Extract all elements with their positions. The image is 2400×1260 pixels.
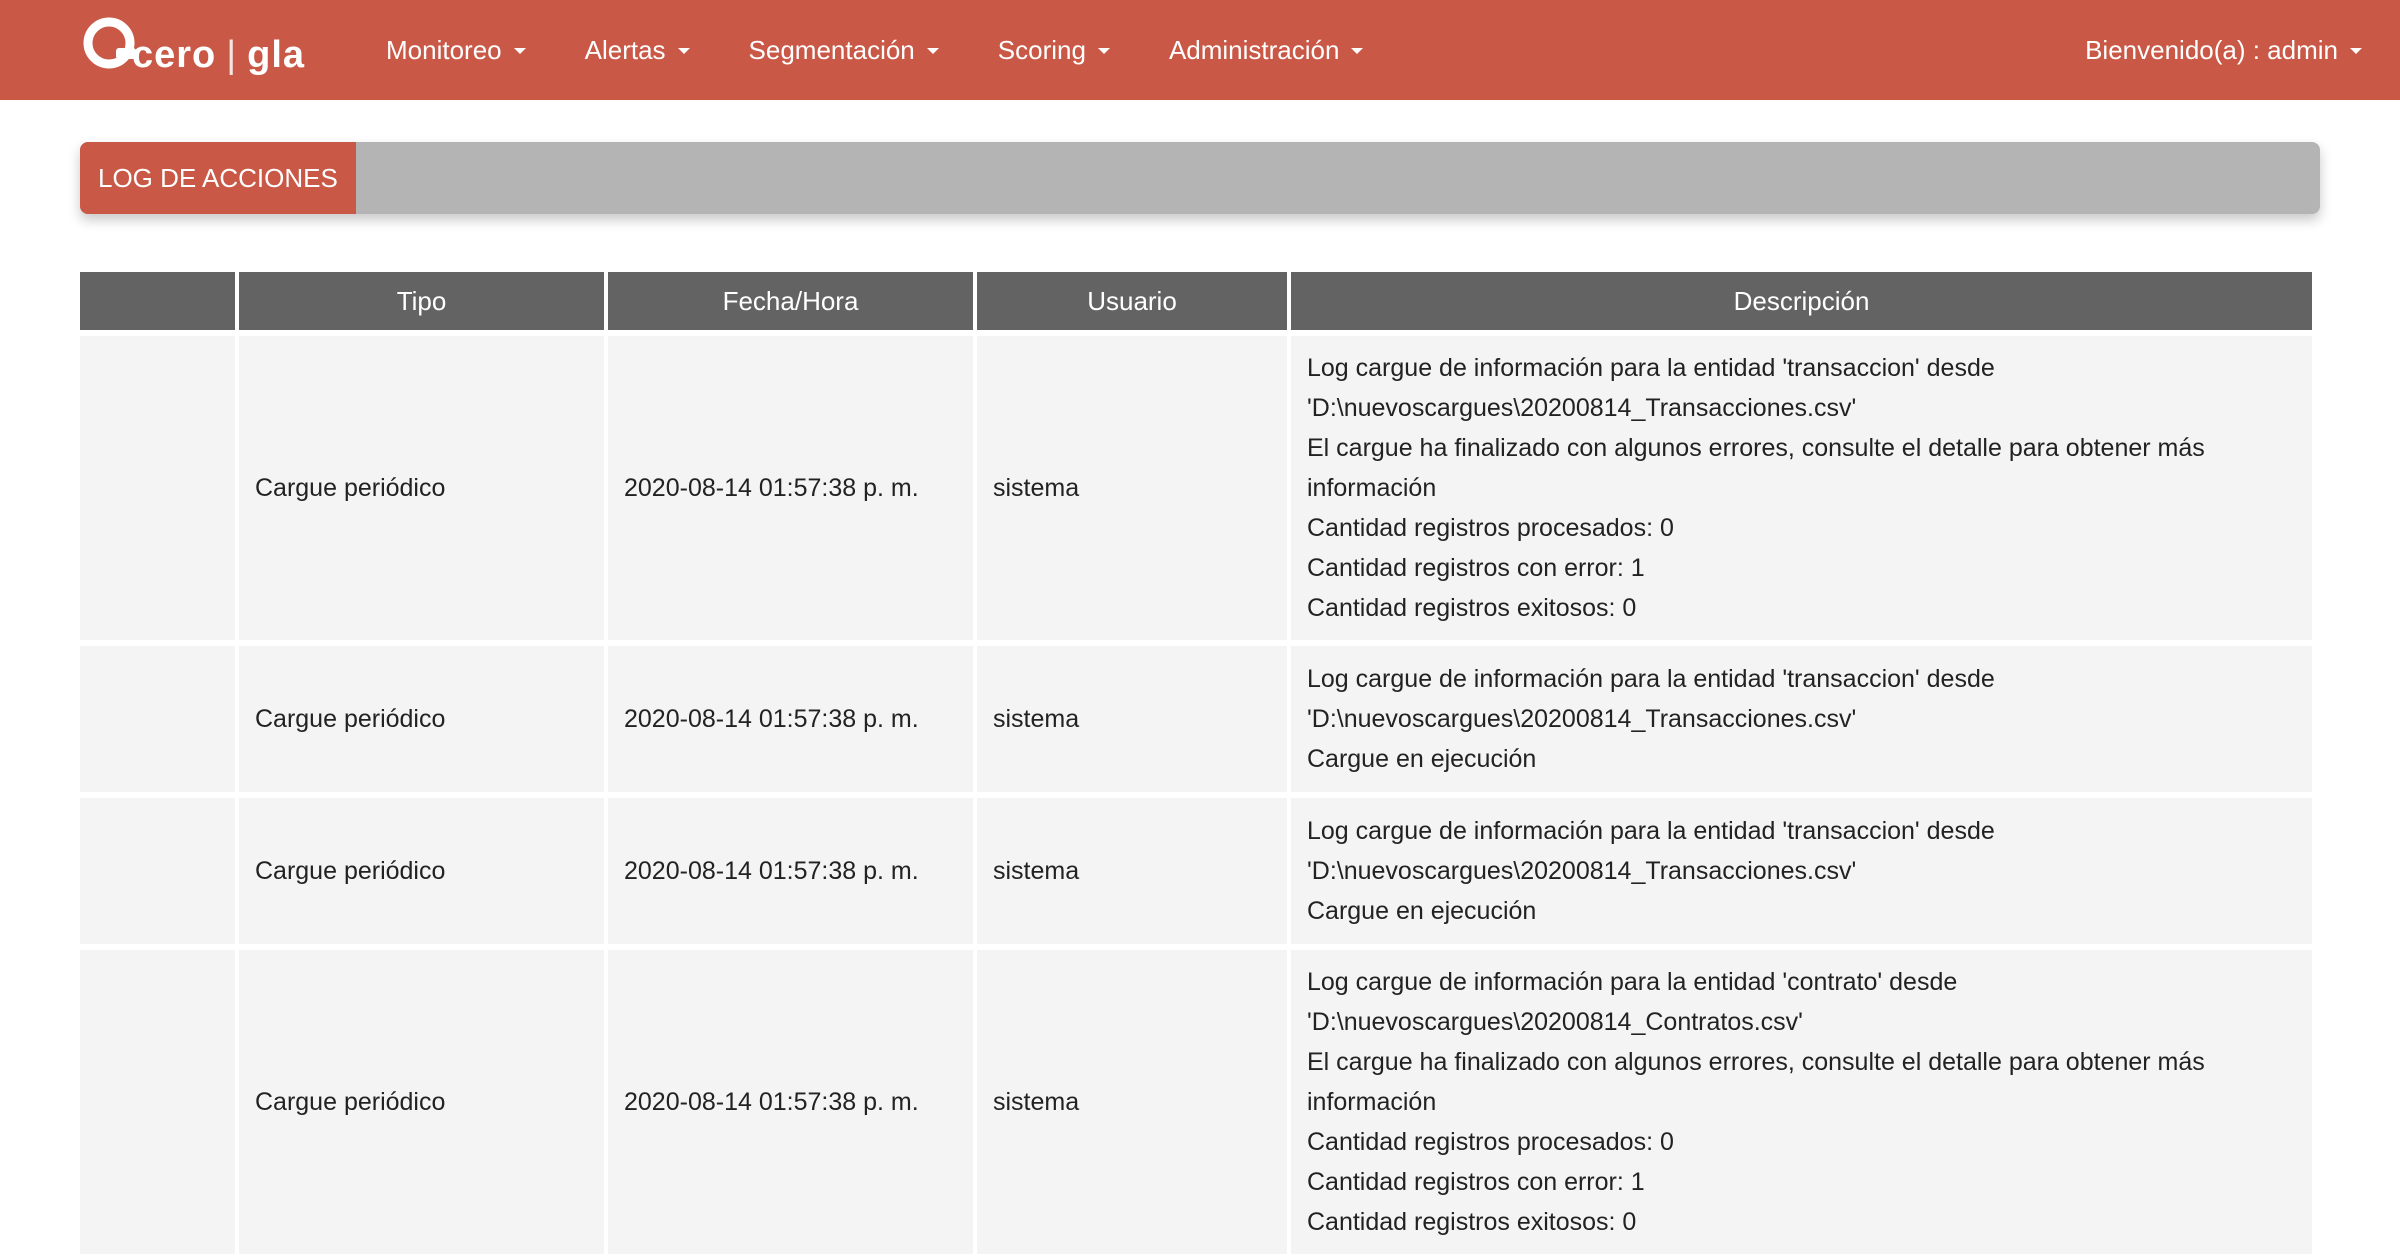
desc-line: Cantidad registros procesados: 0 xyxy=(1307,514,1674,542)
table-header-row: Tipo Fecha/Hora Usuario Descripción xyxy=(80,272,2312,330)
row-descripcion: Log cargue de información para la entida… xyxy=(1291,336,2312,640)
desc-line: Cantidad registros con error: 1 xyxy=(1307,554,1645,582)
table-row[interactable]: Cargue periódico 2020-08-14 01:57:38 p. … xyxy=(80,646,2312,792)
desc-line: Cargue en ejecución xyxy=(1307,745,1537,773)
row-fecha: 2020-08-14 01:57:38 p. m. xyxy=(608,950,973,1254)
page-title: LOG DE ACCIONES xyxy=(80,142,356,214)
menu-alertas-label: Alertas xyxy=(584,34,666,65)
row-select-cell xyxy=(80,336,235,640)
desc-line: Cantidad registros procesados: 0 xyxy=(1307,1128,1674,1156)
logo-text-b: gla xyxy=(247,34,306,76)
row-tipo: Cargue periódico xyxy=(239,646,604,792)
row-fecha: 2020-08-14 01:57:38 p. m. xyxy=(608,798,973,944)
logo-separator: | xyxy=(226,34,238,76)
main-menu: Monitoreo Alertas Segmentación Scoring A… xyxy=(386,0,1422,100)
user-menu[interactable]: Bienvenido(a) : admin xyxy=(2085,0,2362,100)
desc-line: Log cargue de información para la entida… xyxy=(1307,354,1995,382)
menu-monitoreo[interactable]: Monitoreo xyxy=(386,35,526,66)
row-fecha: 2020-08-14 01:57:38 p. m. xyxy=(608,646,973,792)
desc-line: 'D:\nuevoscargues\20200814_Contratos.csv… xyxy=(1307,1008,1803,1036)
table-row[interactable]: Cargue periódico 2020-08-14 01:57:38 p. … xyxy=(80,336,2312,640)
row-tipo: Cargue periódico xyxy=(239,950,604,1254)
desc-line: Cantidad registros con error: 1 xyxy=(1307,1168,1645,1196)
table-row[interactable]: Cargue periódico 2020-08-14 01:57:38 p. … xyxy=(80,798,2312,944)
caret-down-icon xyxy=(677,48,690,54)
desc-line: 'D:\nuevoscargues\20200814_Transacciones… xyxy=(1307,857,1857,885)
row-select-cell xyxy=(80,950,235,1254)
menu-segmentacion[interactable]: Segmentación xyxy=(749,35,939,66)
table-row[interactable]: Cargue periódico 2020-08-14 01:57:38 p. … xyxy=(80,950,2312,1254)
menu-monitoreo-label: Monitoreo xyxy=(386,34,502,65)
desc-line: 'D:\nuevoscargues\20200814_Transacciones… xyxy=(1307,394,1857,422)
menu-alertas[interactable]: Alertas xyxy=(585,35,690,66)
row-descripcion: Log cargue de información para la entida… xyxy=(1291,646,2312,792)
top-navbar: cero | gla Monitoreo Alertas Segmentación … xyxy=(0,0,2400,100)
column-header-tipo[interactable]: Tipo xyxy=(239,272,604,330)
desc-line: información xyxy=(1307,1088,1437,1116)
action-log-table: Tipo Fecha/Hora Usuario Descripción Carg… xyxy=(76,266,2316,1260)
desc-line: Cargue en ejecución xyxy=(1307,897,1537,925)
menu-scoring-label: Scoring xyxy=(997,34,1086,65)
menu-segmentacion-label: Segmentación xyxy=(748,34,915,65)
caret-down-icon xyxy=(2350,48,2362,54)
desc-line: Log cargue de información para la entida… xyxy=(1307,817,1995,845)
row-tipo: Cargue periódico xyxy=(239,336,604,640)
row-descripcion: Log cargue de información para la entida… xyxy=(1291,798,2312,944)
row-tipo: Cargue periódico xyxy=(239,798,604,944)
page-header-bar: LOG DE ACCIONES xyxy=(80,142,2320,214)
column-header-descripcion[interactable]: Descripción xyxy=(1291,272,2312,330)
desc-line: El cargue ha finalizado con algunos erro… xyxy=(1307,1048,2205,1076)
menu-administracion[interactable]: Administración xyxy=(1169,35,1364,66)
row-usuario: sistema xyxy=(977,646,1287,792)
menu-administracion-label: Administración xyxy=(1168,34,1340,65)
desc-line: Log cargue de información para la entida… xyxy=(1307,665,1995,693)
column-header-select xyxy=(80,272,235,330)
caret-down-icon xyxy=(926,48,939,54)
column-header-usuario[interactable]: Usuario xyxy=(977,272,1287,330)
desc-line: Cantidad registros exitosos: 0 xyxy=(1307,1208,1637,1236)
caret-down-icon xyxy=(1351,48,1364,54)
row-select-cell xyxy=(80,646,235,792)
caret-down-icon xyxy=(1097,48,1110,54)
row-usuario: sistema xyxy=(977,950,1287,1254)
user-welcome-label: Bienvenido(a) : admin xyxy=(2085,34,2338,65)
desc-line: información xyxy=(1307,474,1437,502)
row-descripcion: Log cargue de información para la entida… xyxy=(1291,950,2312,1254)
logo-wordmark: cero | gla xyxy=(132,34,305,77)
menu-scoring[interactable]: Scoring xyxy=(998,35,1110,66)
desc-line: Cantidad registros exitosos: 0 xyxy=(1307,594,1637,622)
column-header-fecha[interactable]: Fecha/Hora xyxy=(608,272,973,330)
row-usuario: sistema xyxy=(977,798,1287,944)
row-usuario: sistema xyxy=(977,336,1287,640)
desc-line: 'D:\nuevoscargues\20200814_Transacciones… xyxy=(1307,705,1857,733)
row-select-cell xyxy=(80,798,235,944)
logo-text-a: cero xyxy=(132,34,217,76)
row-fecha: 2020-08-14 01:57:38 p. m. xyxy=(608,336,973,640)
desc-line: Log cargue de información para la entida… xyxy=(1307,968,1958,996)
app-logo[interactable]: cero | gla xyxy=(78,12,318,82)
desc-line: El cargue ha finalizado con algunos erro… xyxy=(1307,434,2205,462)
caret-down-icon xyxy=(513,48,526,54)
